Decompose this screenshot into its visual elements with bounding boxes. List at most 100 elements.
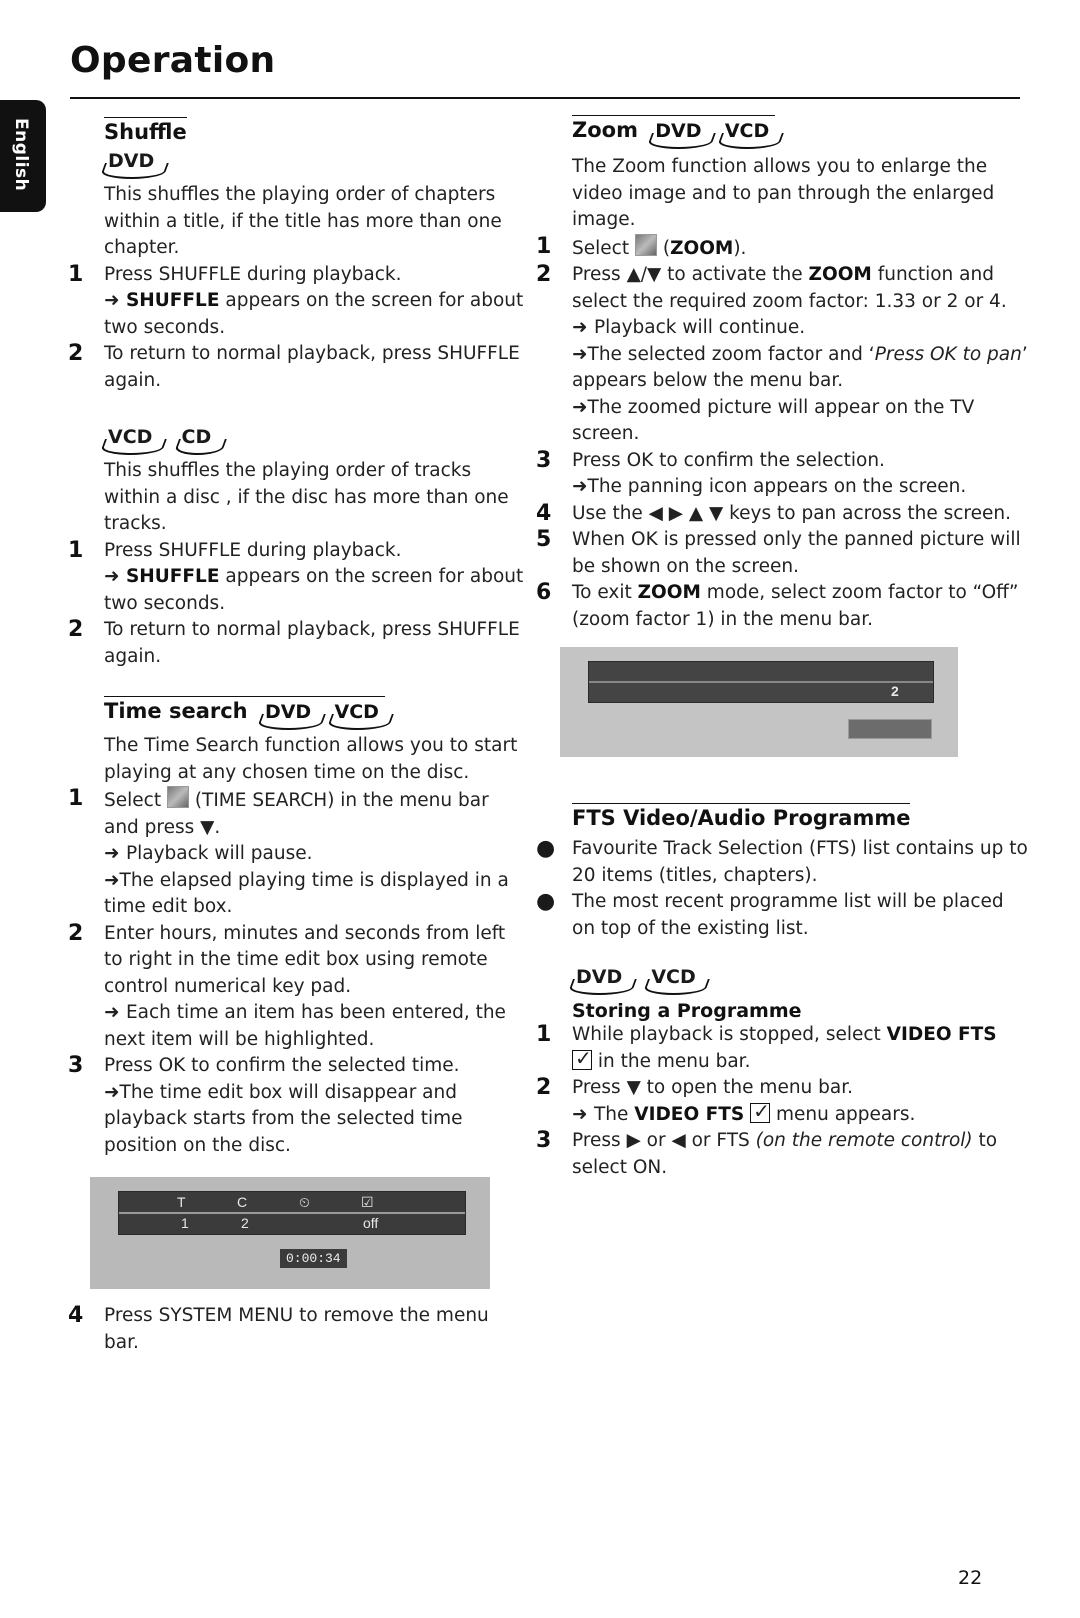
dvd-disc-badge-icon: DVD — [651, 120, 707, 142]
step-number: 4 — [68, 1303, 84, 1328]
zoom-factor-value: 2 — [891, 683, 899, 699]
step-result: ➜The time edit box will disappear and pl… — [104, 1081, 463, 1156]
step-text: Press OK to confirm the selection. — [572, 449, 885, 471]
step-number: 2 — [68, 341, 84, 366]
step-text: Press SHUFFLE during playback. — [104, 539, 402, 561]
zoom-menu-icon — [634, 233, 657, 256]
fts-heading: FTS Video/Audio Programme — [572, 803, 911, 830]
time-search-heading: Time search DVD VCD — [104, 696, 385, 723]
shuffle-dvd-intro: This shuffles the playing order of chapt… — [104, 184, 502, 258]
step-number: 1 — [68, 786, 84, 811]
step-text: While playback is stopped, select VIDEO … — [572, 1022, 997, 1075]
step-result: ➜ Playback will pause. — [104, 843, 313, 864]
step-text: To return to normal playback, press SHUF… — [104, 619, 520, 667]
step-number: 1 — [68, 537, 84, 563]
step-number: 1 — [68, 261, 84, 287]
fts-step-2: 2 Press ▼ to open the menu bar. ➜ The VI… — [536, 1075, 1028, 1128]
fts-bullet: ● The most recent programme list will be… — [536, 889, 1028, 942]
step-number: 2 — [68, 617, 84, 642]
vcd-disc-badge-icon: VCD — [647, 966, 701, 988]
step-result: ➜ SHUFFLE appears on the screen for abou… — [104, 566, 524, 614]
zoom-screenshot: 2 — [560, 647, 958, 757]
zoom-heading: Zoom DVD VCD — [572, 115, 776, 142]
step-number: 3 — [536, 1128, 552, 1153]
storing-programme-heading: Storing a Programme — [572, 1000, 802, 1022]
zoom-step-1: 1 Select (ZOOM). — [536, 233, 1028, 263]
chapter-value: 2 — [241, 1215, 249, 1231]
shuffle-vcd-badges: VCD CD — [104, 420, 528, 458]
shuffle-dvd-badges: DVD — [104, 144, 528, 182]
step-text: Select (TIME SEARCH) in the menu bar and… — [104, 786, 528, 841]
step-number: 4 — [536, 500, 552, 526]
title-label: T — [177, 1194, 186, 1210]
osd-menu-bar: 2 — [588, 661, 934, 703]
step-text: To exit ZOOM mode, select zoom factor to… — [572, 582, 1019, 630]
time-search-step-2: 2 Enter hours, minutes and seconds from … — [68, 921, 528, 1054]
fts-step-3: 3 Press ▶ or ◀ or FTS (on the remote con… — [536, 1128, 1028, 1181]
page-number: 22 — [958, 1567, 983, 1589]
vcd-disc-badge-icon: VCD — [331, 701, 385, 723]
bullet-icon: ● — [536, 836, 556, 861]
time-edit-box: 0:00:34 — [280, 1249, 347, 1268]
step-number: 6 — [536, 580, 552, 605]
step-number: 5 — [536, 527, 552, 552]
step-number: 2 — [536, 1075, 552, 1100]
step-text: When OK is pressed only the panned pictu… — [572, 529, 1021, 577]
time-search-step-3: 3 Press OK to confirm the selected time.… — [68, 1053, 528, 1159]
step-result: ➜The elapsed playing time is displayed i… — [104, 869, 509, 918]
fts-step-1: 1 While playback is stopped, select VIDE… — [536, 1022, 1028, 1075]
shuffle-dvd-step-2: 2 To return to normal playback, press SH… — [68, 341, 528, 394]
fts-value: off — [363, 1215, 379, 1231]
step-text: Press ▲/▼ to activate the ZOOM function … — [572, 264, 1007, 312]
time-search-step-1: 1 Select (TIME SEARCH) in the menu bar a… — [68, 786, 528, 921]
arrow-icon: ➜ — [104, 566, 126, 587]
page-title: Operation — [70, 40, 276, 81]
step-result: ➜ Each time an item has been entered, th… — [104, 1002, 506, 1050]
step-result: ➜ Playback will continue. — [572, 317, 806, 338]
step-result: ➜The panning icon appears on the screen. — [572, 476, 967, 497]
checkbox-icon — [572, 1045, 592, 1071]
fts-checkbox-icon: ☑ — [361, 1194, 374, 1210]
step-result: ➜ SHUFFLE appears on the screen for abou… — [104, 290, 524, 338]
step-result: ➜ The VIDEO FTS menu appears. — [572, 1098, 915, 1129]
step-result: ➜The selected zoom factor and ‘Press OK … — [572, 343, 1028, 392]
right-column: Zoom DVD VCD The Zoom function allows yo… — [536, 115, 1028, 1181]
time-search-menu-icon — [166, 786, 189, 808]
step-text: Press ▶ or ◀ or FTS (on the remote contr… — [572, 1130, 998, 1178]
step-number: 2 — [68, 920, 84, 946]
step-text: Select (ZOOM). — [572, 233, 746, 263]
shuffle-vcd-step-1: 1 Press SHUFFLE during playback. ➜ SHUFF… — [68, 538, 528, 618]
vcd-disc-badge-icon: VCD — [721, 120, 775, 142]
arrow-icon: ➜ — [104, 290, 126, 311]
shuffle-vcd-step-2: 2 To return to normal playback, press SH… — [68, 617, 528, 670]
language-tab: English — [0, 100, 46, 212]
zoom-intro: The Zoom function allows you to enlarge … — [572, 156, 995, 230]
step-number: 3 — [68, 1053, 84, 1078]
time-search-icon: ⏲ — [299, 1194, 310, 1210]
step-number: 1 — [536, 1022, 552, 1047]
time-search-step-4: 4 Press SYSTEM MENU to remove the menu b… — [68, 1303, 528, 1356]
shuffle-dvd-step-1: 1 Press SHUFFLE during playback. ➜ SHUFF… — [68, 262, 528, 342]
zoom-step-2: 2 Press ▲/▼ to activate the ZOOM functio… — [536, 262, 1028, 448]
step-text: Press OK to confirm the selected time. — [104, 1055, 460, 1076]
checkbox-icon — [750, 1098, 771, 1124]
press-ok-to-pan-hint — [848, 719, 932, 739]
step-number: 1 — [536, 233, 552, 259]
step-text: Use the ◀ ▶ ▲ ▼ keys to pan across the s… — [572, 502, 1011, 524]
dvd-disc-badge-icon: DVD — [261, 701, 317, 723]
step-text: Press ▼ to open the menu bar. — [572, 1077, 854, 1098]
step-number: 3 — [536, 447, 552, 473]
vcd-disc-badge-icon: VCD — [104, 426, 158, 448]
step-result: ➜The zoomed picture will appear on the T… — [572, 396, 975, 445]
dvd-disc-badge-icon: DVD — [572, 966, 628, 988]
step-number: 2 — [536, 262, 552, 287]
step-text: To return to normal playback, press SHUF… — [104, 343, 520, 391]
shuffle-vcd-intro: This shuffles the playing order of track… — [104, 460, 509, 534]
step-text: Press SYSTEM MENU to remove the menu bar… — [104, 1305, 489, 1353]
language-tab-label: English — [11, 118, 31, 192]
time-search-screenshot: T C ⏲ ☑ 1 2 off 0:00:34 — [90, 1177, 490, 1289]
bullet-icon: ● — [536, 889, 556, 914]
left-column: Shuffle DVD This shuffles the playing or… — [68, 115, 528, 1356]
title-value: 1 — [181, 1215, 189, 1231]
osd-menu-bar: T C ⏲ ☑ 1 2 off — [118, 1191, 466, 1235]
